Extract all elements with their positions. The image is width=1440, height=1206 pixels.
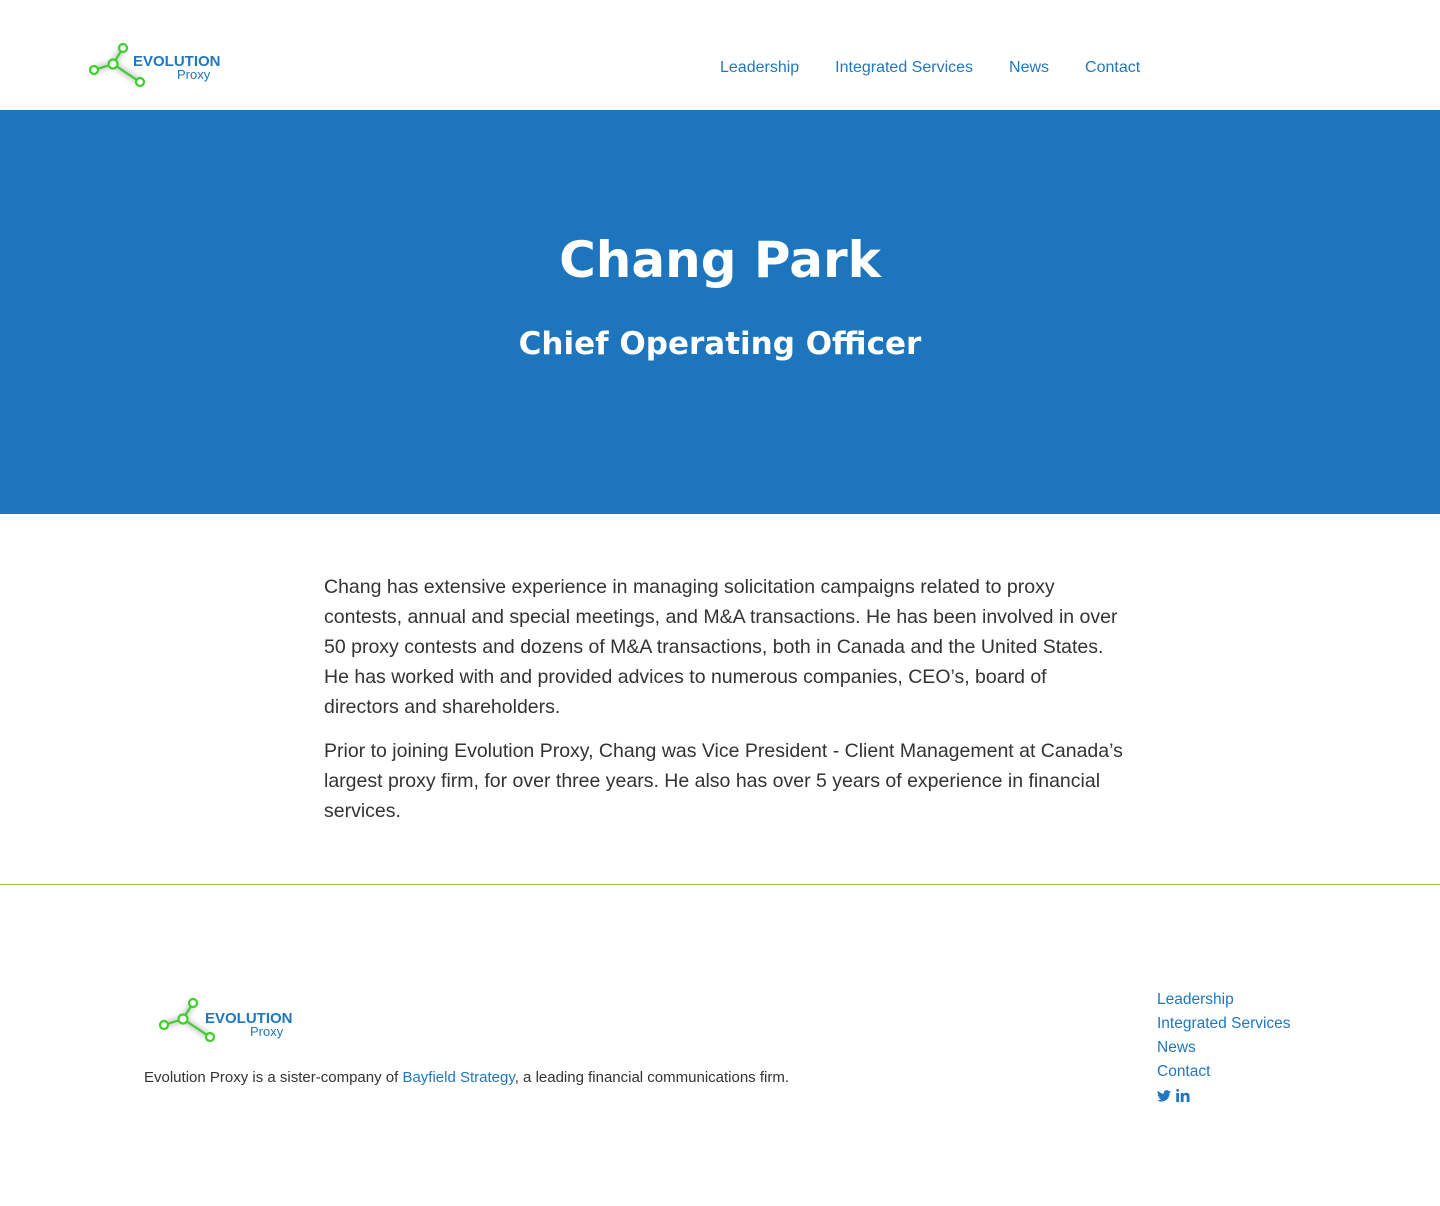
footer-nav-contact[interactable]: Contact [1157,1060,1291,1084]
bayfield-strategy-link[interactable]: Bayfield Strategy [402,1069,514,1086]
footer-nav: Leadership Integrated Services News Cont… [1157,988,1291,1110]
site-header: EVOLUTION Proxy Leadership Integrated Se… [0,0,1440,110]
social-links [1157,1086,1291,1110]
bio-paragraph: Prior to joining Evolution Proxy, Chang … [324,740,1123,822]
logo-subtext: Proxy [250,1024,284,1039]
footer-logo[interactable]: EVOLUTION Proxy [146,988,293,1052]
person-title: Chief Operating Officer [518,326,922,362]
person-name: Chang Park [559,231,881,289]
linkedin-icon[interactable] [1176,1086,1190,1110]
nav-news[interactable]: News [1009,59,1049,77]
footer-nav-news[interactable]: News [1157,1036,1291,1060]
main-nav: Leadership Integrated Services News Cont… [720,59,1140,77]
hero-banner: Chang Park Chief Operating Officer [0,110,1440,514]
bio-content: Chang has extensive experience in managi… [324,572,1124,840]
sister-text-suffix: , a leading financial communications fir… [514,1069,790,1086]
logo-subtext: Proxy [177,67,211,82]
nav-contact[interactable]: Contact [1085,59,1140,77]
sister-text-prefix: Evolution Proxy is a sister-company of [144,1069,403,1086]
site-logo[interactable]: EVOLUTION Proxy [76,33,221,97]
twitter-icon[interactable] [1157,1086,1171,1110]
bio-paragraph: Chang has extensive experience in managi… [324,576,1118,718]
nav-leadership[interactable]: Leadership [720,59,799,77]
sister-company-text: Evolution Proxy is a sister-company of B… [144,1069,789,1086]
footer-nav-integrated-services[interactable]: Integrated Services [1157,1012,1291,1036]
nav-integrated-services[interactable]: Integrated Services [835,59,973,77]
footer-nav-leadership[interactable]: Leadership [1157,988,1291,1012]
footer-divider [0,884,1440,885]
